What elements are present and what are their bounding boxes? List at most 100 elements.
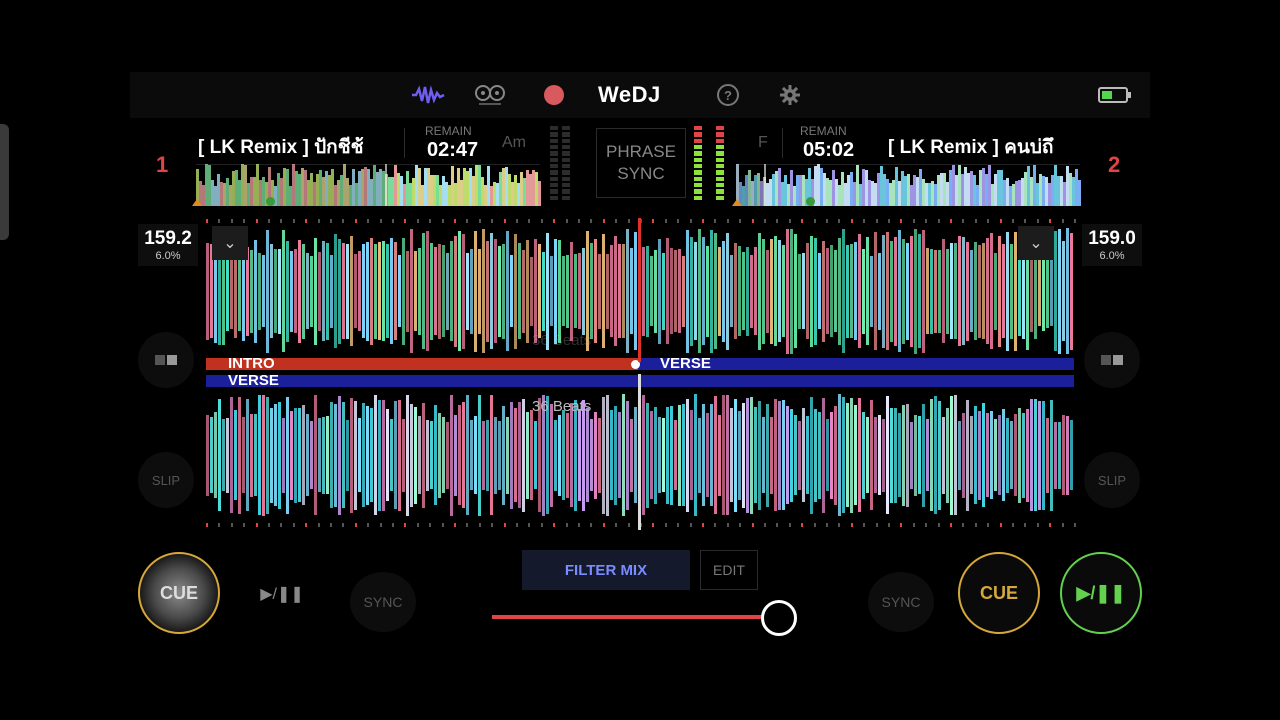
- deck1-remain-time: 02:47: [427, 139, 479, 161]
- help-icon[interactable]: ?: [716, 82, 740, 108]
- beat-tick: [566, 219, 568, 223]
- meter-segment: [716, 176, 724, 181]
- waveform-bar: [206, 243, 209, 340]
- beat-tick: [218, 219, 220, 223]
- deck1-track-title[interactable]: [ LK Remix ] ปักชีช้: [198, 132, 384, 162]
- waveform-bar: [962, 237, 965, 345]
- deck2-track-title[interactable]: [ LK Remix ] คนบ่ถึ: [888, 132, 1080, 162]
- deck2-pitch: 6.0%: [1099, 250, 1125, 262]
- waveform-bar: [1002, 409, 1005, 501]
- beat-tick: [466, 523, 468, 527]
- deck1-play-pause-button[interactable]: ▶/❚❚: [242, 574, 322, 614]
- waveform-bar: [794, 234, 797, 348]
- edit-button[interactable]: EDIT: [700, 550, 758, 590]
- waveform-bar: [406, 251, 409, 332]
- beat-tick: [876, 523, 878, 527]
- waveform-bar: [1070, 420, 1073, 490]
- waveform-bar: [226, 252, 229, 331]
- waveform-bar: [786, 406, 789, 504]
- phrase-sync-button[interactable]: PHRASE SYNC: [596, 128, 686, 198]
- deck2-cue-button[interactable]: CUE: [958, 552, 1040, 634]
- beat-tick: [541, 219, 543, 223]
- record-icon[interactable]: [543, 82, 565, 108]
- waveform-bar: [498, 246, 501, 337]
- waveform-bar: [338, 396, 341, 515]
- top-bar: WeDJ ?: [130, 72, 1150, 118]
- waveform-bar: [746, 247, 749, 336]
- waveform-bar: [930, 399, 933, 511]
- waveform-bar: [850, 398, 853, 513]
- deck2-overview-waveform[interactable]: [732, 164, 1081, 206]
- waveform-bar: [722, 241, 725, 342]
- waveform-bar: [1010, 421, 1013, 489]
- waveform-bar: [570, 242, 573, 341]
- deck1-zoom-chevron-down-icon[interactable]: ⌄: [212, 226, 248, 260]
- waveform-icon[interactable]: [410, 82, 446, 108]
- deck1-key: Am: [502, 134, 526, 151]
- waveform-bar: [858, 234, 861, 348]
- deck2-sync-button[interactable]: SYNC: [868, 572, 934, 632]
- meter-segment: [694, 189, 702, 194]
- waveform-bar: [474, 231, 477, 352]
- settings-icon[interactable]: [778, 82, 802, 108]
- waveform-bar: [798, 254, 801, 329]
- crossfader-knob[interactable]: [761, 600, 797, 636]
- deck1-loop-mode-button[interactable]: [138, 332, 194, 388]
- deck1-overview-waveform[interactable]: [192, 164, 541, 206]
- deck2-slip-button[interactable]: SLIP: [1084, 452, 1140, 508]
- waveform-bar: [758, 233, 761, 350]
- beat-tick: [280, 523, 282, 527]
- meter-segment: [716, 151, 724, 156]
- waveform-bar: [222, 419, 225, 491]
- meter-segment: [550, 182, 558, 188]
- deck2-bpm: 159.0: [1088, 228, 1136, 249]
- deck-layout-icon[interactable]: [472, 82, 508, 108]
- waveform-bar: [670, 248, 673, 334]
- filter-mix-button[interactable]: FILTER MIX: [522, 550, 690, 590]
- side-pull-tab[interactable]: [0, 124, 9, 240]
- waveform-bar: [486, 241, 489, 342]
- waveform-bar: [954, 395, 957, 515]
- beat-tick: [652, 219, 654, 223]
- beat-tick: [218, 523, 220, 527]
- waveform-bar: [290, 251, 293, 332]
- deck1-number: 1: [156, 152, 169, 177]
- deck2-play-pause-button[interactable]: ▶/❚❚: [1060, 552, 1142, 634]
- waveform-bar: [594, 412, 597, 499]
- waveform-area[interactable]: 36 Beats INTRO VERSE VERSE 36 Beats ⌄ ⌄: [206, 218, 1076, 530]
- waveform-bar: [814, 409, 817, 502]
- waveform-bar: [394, 242, 397, 340]
- crossfader-track[interactable]: [492, 615, 782, 619]
- beat-tick: [789, 219, 791, 223]
- deck1-sync-button[interactable]: SYNC: [350, 572, 416, 632]
- beat-tick: [628, 219, 630, 223]
- waveform-bar: [714, 233, 717, 349]
- deck2-key: F: [758, 134, 768, 151]
- waveform-bar: [838, 394, 841, 516]
- deck1-bpm-display[interactable]: 159.2 6.0%: [138, 224, 198, 266]
- deck1-slip-button[interactable]: SLIP: [138, 452, 194, 508]
- waveform-bar: [230, 253, 233, 329]
- waveform-bar: [450, 241, 453, 341]
- waveform-bar: [946, 408, 949, 503]
- beat-tick: [739, 219, 741, 223]
- beat-tick: [826, 219, 828, 223]
- waveform-bar: [446, 422, 449, 489]
- waveform-bar: [842, 397, 845, 513]
- beat-tick: [243, 523, 245, 527]
- waveform-bar: [218, 399, 221, 511]
- waveform-bar: [1034, 399, 1037, 511]
- waveform-bar: [994, 419, 997, 491]
- waveform-bar: [866, 417, 869, 493]
- beat-tick: [615, 219, 617, 223]
- beat-tick: [876, 219, 878, 223]
- meter-segment: [562, 157, 570, 162]
- deck2-loop-mode-button[interactable]: [1084, 332, 1140, 388]
- waveform-bar: [1066, 416, 1069, 495]
- deck2-bpm-display[interactable]: 159.0 6.0%: [1082, 224, 1142, 266]
- deck1-cue-button[interactable]: CUE: [138, 552, 220, 634]
- waveform-bar: [754, 407, 757, 503]
- waveform-bar: [370, 238, 373, 345]
- deck2-zoom-chevron-down-icon[interactable]: ⌄: [1018, 226, 1054, 260]
- beat-tick: [962, 523, 964, 527]
